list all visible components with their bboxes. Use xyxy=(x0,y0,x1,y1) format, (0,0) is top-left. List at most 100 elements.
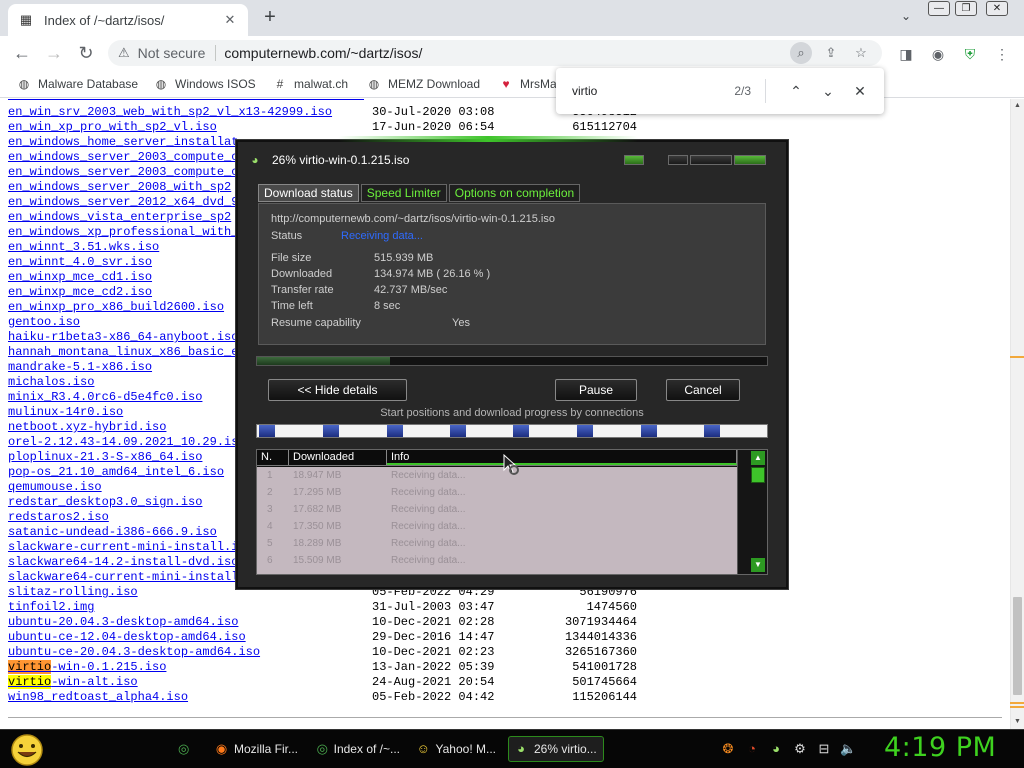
bookmark-malwatch[interactable]: # malwat.ch xyxy=(272,75,348,93)
bookmark-star-icon[interactable]: ☆ xyxy=(850,42,872,64)
file-link[interactable]: ubuntu-ce-12.04-desktop-amd64.iso xyxy=(8,630,246,645)
taskbar-clock[interactable]: 4:19 PM xyxy=(884,732,996,763)
file-link[interactable]: ubuntu-ce-20.04.3-desktop-amd64.iso xyxy=(8,645,260,660)
file-link[interactable]: pop-os_21.10_amd64_intel_6.iso xyxy=(8,465,224,480)
dialog-maximize-button[interactable] xyxy=(690,155,732,165)
scroll-down-arrow-icon[interactable]: ▼ xyxy=(1011,715,1024,729)
column-header-number[interactable]: N. xyxy=(257,450,289,465)
cancel-button[interactable]: Cancel xyxy=(666,379,740,401)
bookmark-mrsma[interactable]: ♥ MrsMa xyxy=(498,75,556,93)
previous-match-button[interactable]: ⌃ xyxy=(784,79,808,103)
scroll-up-arrow-icon[interactable]: ▲ xyxy=(751,451,765,465)
file-link[interactable]: en_windows_server_2012_x64_dvd_9 xyxy=(8,195,238,210)
file-link[interactable]: michalos.iso xyxy=(8,375,94,390)
file-link[interactable]: satanic-undead-i386-666.9.iso xyxy=(8,525,217,540)
settings-tray-icon[interactable]: ⚙ xyxy=(792,741,808,757)
connection-row[interactable]: 1 18.947 MB Receiving data... xyxy=(257,467,737,484)
pause-button[interactable]: Pause xyxy=(555,379,637,401)
column-header-downloaded[interactable]: Downloaded xyxy=(289,450,387,465)
file-link[interactable]: en_winxp_mce_cd2.iso xyxy=(8,285,152,300)
file-link[interactable]: en_windows_server_2008_with_sp2 xyxy=(8,180,231,195)
hide-details-button[interactable]: << Hide details xyxy=(268,379,407,401)
file-link[interactable]: mandrake-5.1-x86.iso xyxy=(8,360,152,375)
file-link[interactable]: gentoo.iso xyxy=(8,315,80,330)
new-tab-button[interactable]: + xyxy=(258,6,282,30)
volume-tray-icon[interactable]: 🔈 xyxy=(840,741,856,757)
close-window-button[interactable]: ✕ xyxy=(986,1,1008,16)
back-button[interactable]: ← xyxy=(10,41,34,65)
file-link[interactable]: en_win_xp_pro_with_sp2_vl.iso xyxy=(8,120,217,135)
file-link[interactable]: slitaz-rolling.iso xyxy=(8,585,138,600)
shield-extension-icon[interactable]: ⛨ xyxy=(960,44,980,64)
task-mozilla-firefox[interactable]: ◉ Mozilla Fir... xyxy=(210,736,302,762)
forward-button[interactable]: → xyxy=(42,41,66,65)
file-link[interactable]: en_windows_server_2003_compute_c xyxy=(8,150,238,165)
file-link[interactable]: ploplinux-21.3-S-x86_64.iso xyxy=(8,450,202,465)
tab-search-dropdown-icon[interactable]: ⌄ xyxy=(896,9,916,23)
task-index-of[interactable]: ◎ Index of /~... xyxy=(312,736,404,762)
scroll-up-arrow-icon[interactable]: ▲ xyxy=(1011,99,1024,113)
download-progress-dialog[interactable]: ◕ 26% virtio-win-0.1.215.iso Download st… xyxy=(236,136,788,589)
tab-close-icon[interactable]: ✕ xyxy=(222,12,238,28)
tab-index-of-isos[interactable]: ▦ Index of /~dartz/isos/ ✕ xyxy=(8,4,248,36)
next-match-button[interactable]: ⌄ xyxy=(816,79,840,103)
file-link[interactable]: orel-2.12.43-14.09.2021_10.29.is xyxy=(8,435,238,450)
dialog-close-button[interactable] xyxy=(734,155,766,165)
file-link[interactable]: en_windows_xp_professional_with_ xyxy=(8,225,238,240)
file-link[interactable]: tinfoil2.img xyxy=(8,600,94,615)
file-link[interactable]: redstaros2.iso xyxy=(8,510,109,525)
file-link[interactable]: en_winxp_pro_x86_build2600.iso xyxy=(8,300,224,315)
find-input[interactable]: virtio xyxy=(572,84,734,98)
file-link[interactable]: minix_R3.4.0rc6-d5e4fc0.iso xyxy=(8,390,202,405)
column-header-info[interactable]: Info xyxy=(387,450,737,465)
file-link[interactable]: redstar_desktop3.0_sign.iso xyxy=(8,495,202,510)
find-in-page-icon[interactable]: ⌕ xyxy=(790,42,812,64)
file-link[interactable]: haiku-r1beta3-x86_64-anyboot.iso xyxy=(8,330,238,345)
file-link[interactable]: en_win_srv_2003_web_with_sp2_vl_x13-4299… xyxy=(8,105,332,120)
connections-scrollbar[interactable]: ▲ ▼ xyxy=(737,450,767,574)
file-link[interactable]: en_windows_home_server_installat xyxy=(8,135,238,150)
page-scrollbar[interactable]: ▲ ▼ xyxy=(1010,99,1024,729)
connection-row[interactable]: 6 15.509 MB Receiving data... xyxy=(257,552,737,569)
file-link[interactable]: win98_redtoast_alpha4.iso xyxy=(8,690,188,705)
close-find-button[interactable]: ✕ xyxy=(848,79,872,103)
start-smiley-icon[interactable] xyxy=(8,733,46,767)
address-bar[interactable]: ⚠ Not secure computernewb.com/~dartz/iso… xyxy=(108,40,882,66)
dialog-minimize-to-tray-button[interactable] xyxy=(624,155,644,165)
bookmark-memz-download[interactable]: ◍ MEMZ Download xyxy=(366,75,480,93)
file-link[interactable]: virtio-win-alt.iso xyxy=(8,675,138,690)
share-icon[interactable]: ⇪ xyxy=(820,42,842,64)
file-link[interactable]: en_winxp_mce_cd1.iso xyxy=(8,270,152,285)
file-link[interactable]: slackware64-current-mini-install xyxy=(8,570,238,585)
reload-button[interactable]: ↻ xyxy=(74,41,98,65)
file-link[interactable]: virtio-win-0.1.215.iso xyxy=(8,660,166,675)
warning-icon[interactable]: ⚠ xyxy=(118,45,130,61)
connection-row[interactable]: 2 17.295 MB Receiving data... xyxy=(257,484,737,501)
file-link[interactable]: hannah_montana_linux_x86_basic_e xyxy=(8,345,238,360)
dialog-title-bar[interactable]: ◕ 26% virtio-win-0.1.215.iso xyxy=(246,152,409,168)
connection-row[interactable]: 3 17.682 MB Receiving data... xyxy=(257,501,737,518)
tab-download-status[interactable]: Download status xyxy=(258,184,359,202)
connection-row[interactable]: 4 17.350 MB Receiving data... xyxy=(257,518,737,535)
file-link[interactable]: qemumouse.iso xyxy=(8,480,102,495)
bookmark-windows-isos[interactable]: ◍ Windows ISOS xyxy=(153,75,256,93)
scroll-down-arrow-icon[interactable]: ▼ xyxy=(751,558,765,572)
minimize-button[interactable]: — xyxy=(928,1,950,16)
connection-row[interactable]: 5 18.289 MB Receiving data... xyxy=(257,535,737,552)
idm-tray-icon[interactable]: ◕ xyxy=(768,741,784,757)
scroll-thumb[interactable] xyxy=(751,467,765,483)
network-tray-icon[interactable]: ⊟ xyxy=(816,741,832,757)
task-chrome[interactable]: ◎ xyxy=(174,736,198,762)
file-link[interactable]: netboot.xyz-hybrid.iso xyxy=(8,420,166,435)
side-panel-icon[interactable]: ◨ xyxy=(896,44,916,64)
file-link[interactable]: en_winnt_3.51.wks.iso xyxy=(8,240,159,255)
yandex-tray-icon[interactable]: ◔ xyxy=(744,741,760,757)
dialog-minimize-button[interactable] xyxy=(668,155,688,165)
url-text[interactable]: computernewb.com/~dartz/isos/ xyxy=(224,45,782,61)
file-link[interactable]: mulinux-14r0.iso xyxy=(8,405,123,420)
tab-options-on-completion[interactable]: Options on completion xyxy=(448,184,581,202)
security-label[interactable]: Not secure xyxy=(138,45,206,61)
file-link[interactable]: ubuntu-20.04.3-desktop-amd64.iso xyxy=(8,615,238,630)
profile-icon[interactable]: ◉ xyxy=(928,44,948,64)
menu-kebab-icon[interactable]: ⋮ xyxy=(992,44,1012,64)
